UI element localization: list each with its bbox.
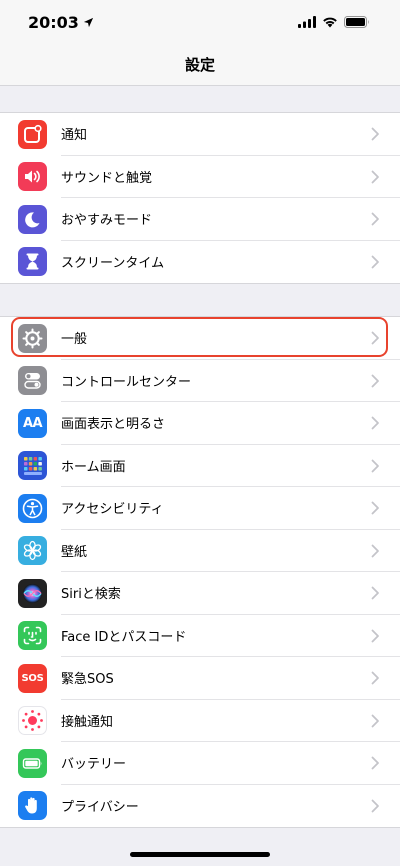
settings-row-do-not-disturb[interactable]: おやすみモード <box>0 198 400 241</box>
settings-row-privacy[interactable]: プライバシー <box>0 785 400 828</box>
sos-glyph: SOS <box>21 672 44 684</box>
settings-row-label: プライバシー <box>61 800 139 816</box>
settings-row-screen-time[interactable]: スクリーンタイム <box>0 241 400 284</box>
page-title: 設定 <box>184 56 215 74</box>
chevron-right-icon <box>371 255 379 269</box>
settings-row-label: サウンドと触覚 <box>61 156 400 198</box>
chevron-right-icon <box>371 501 379 515</box>
settings-group-2: 一般 コントロールセンター AA 画面表示と明るさ ホーム画面 アクセシビリティ… <box>0 316 400 828</box>
navigation-bar: 設定 <box>0 44 400 86</box>
hourglass-icon <box>18 247 47 277</box>
settings-row-home-screen[interactable]: ホーム画面 <box>0 445 400 487</box>
settings-row-label: Face IDとパスコード <box>61 615 400 657</box>
chevron-right-icon <box>371 331 379 345</box>
chevron-right-icon <box>371 629 379 643</box>
settings-row-control-center[interactable]: コントロールセンター <box>0 360 400 402</box>
settings-group-1: 通知 サウンドと触覚 おやすみモード スクリーンタイム <box>0 112 400 284</box>
chevron-right-icon <box>371 799 379 813</box>
speaker-icon <box>18 162 47 192</box>
settings-row-accessibility[interactable]: アクセシビリティ <box>0 487 400 530</box>
wifi-icon <box>323 17 337 28</box>
chevron-right-icon <box>371 170 379 184</box>
chevron-right-icon <box>371 459 379 473</box>
settings-row-label: ホーム画面 <box>61 445 400 487</box>
text-size-icon: AA <box>18 408 47 438</box>
face-id-icon <box>18 621 47 651</box>
settings-row-label: 一般 <box>61 317 400 360</box>
status-icons <box>298 16 370 28</box>
settings-row-label: アクセシビリティ <box>61 487 400 530</box>
home-indicator[interactable] <box>130 852 270 857</box>
settings-row-label: スクリーンタイム <box>61 256 165 272</box>
chevron-right-icon <box>371 714 379 728</box>
settings-row-label: おやすみモード <box>61 198 400 241</box>
status-bar: 20:03 <box>0 0 400 44</box>
settings-row-exposure-notifications[interactable]: 接触通知 <box>0 700 400 742</box>
settings-row-emergency-sos[interactable]: SOS 緊急SOS <box>0 657 400 700</box>
notifications-icon <box>18 119 47 149</box>
chevron-right-icon <box>371 756 379 770</box>
text-size-glyph: AA <box>22 415 43 431</box>
chevron-right-icon <box>371 544 379 558</box>
status-time: 20:03 <box>28 13 94 32</box>
settings-row-label: 通知 <box>61 113 400 156</box>
exposure-notification-icon <box>18 706 47 736</box>
battery-icon <box>18 748 47 778</box>
settings-row-general[interactable]: 一般 <box>0 317 400 360</box>
settings-row-battery[interactable]: バッテリー <box>0 742 400 785</box>
chevron-right-icon <box>371 671 379 685</box>
chevron-right-icon <box>371 586 379 600</box>
settings-row-label: Siriと検索 <box>61 572 400 615</box>
chevron-right-icon <box>371 127 379 141</box>
settings-row-notifications[interactable]: 通知 <box>0 113 400 156</box>
settings-row-label: 画面表示と明るさ <box>61 402 400 445</box>
settings-row-display-brightness[interactable]: AA 画面表示と明るさ <box>0 402 400 445</box>
settings-row-wallpaper[interactable]: 壁紙 <box>0 530 400 572</box>
time-text: 20:03 <box>28 12 79 32</box>
hand-icon <box>18 791 47 821</box>
gear-icon <box>18 323 47 353</box>
toggles-icon <box>18 366 47 396</box>
settings-row-label: 壁紙 <box>61 530 400 572</box>
home-grid-icon <box>18 451 47 481</box>
location-arrow-icon <box>83 17 94 27</box>
chevron-right-icon <box>371 212 379 226</box>
settings-row-siri-search[interactable]: Siriと検索 <box>0 572 400 615</box>
settings-row-label: コントロールセンター <box>61 360 400 402</box>
settings-row-label: 接触通知 <box>61 700 400 742</box>
chevron-right-icon <box>371 416 379 430</box>
settings-row-label: バッテリー <box>61 742 400 785</box>
wallpaper-flower-icon <box>18 536 47 566</box>
siri-icon <box>18 578 47 608</box>
settings-row-sounds[interactable]: サウンドと触覚 <box>0 156 400 198</box>
settings-row-face-id-passcode[interactable]: Face IDとパスコード <box>0 615 400 657</box>
accessibility-icon <box>18 493 47 523</box>
battery-status-icon <box>344 16 369 28</box>
settings-row-label: 緊急SOS <box>61 657 400 700</box>
chevron-right-icon <box>371 374 379 388</box>
cellular-signal-icon <box>298 16 316 28</box>
moon-icon <box>18 204 47 234</box>
sos-icon: SOS <box>18 663 47 693</box>
